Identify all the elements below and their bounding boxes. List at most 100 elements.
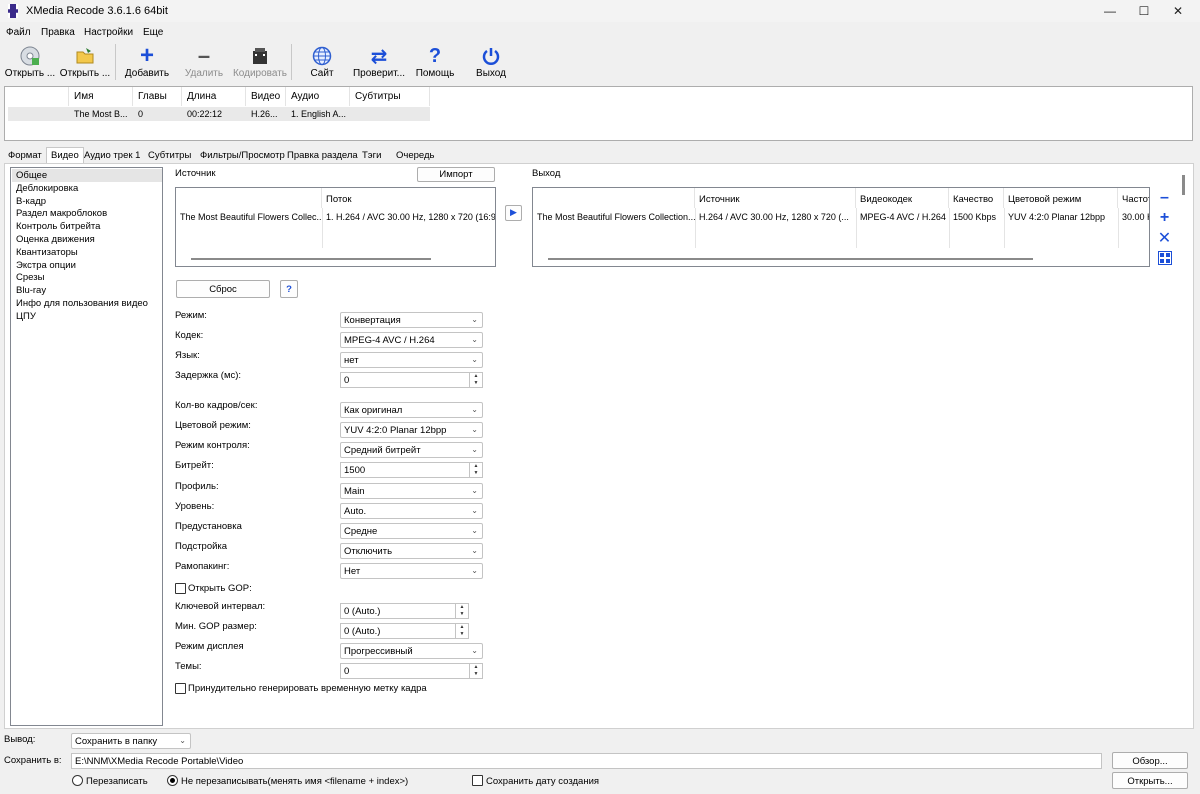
category-item[interactable]: В-кадр [12,195,162,208]
form-number-input[interactable]: 0 ▲ ▼ [340,372,483,388]
output-mode-select[interactable]: Сохранить в папку ⌄ [71,733,191,749]
menu-edit[interactable]: Правка [41,27,75,38]
form-select[interactable]: нет ⌄ [340,352,483,368]
browse-button[interactable]: Обзор... [1112,752,1188,769]
check-updates-button[interactable]: ⇄ Проверит... [351,44,407,82]
tab-1[interactable]: Видео [46,147,84,164]
stepper-down-icon[interactable]: ▼ [469,380,482,387]
form-select-value: Средний битрейт [344,445,421,456]
output-col-header: Цветовой режим [1004,188,1118,208]
form-number-input[interactable]: 0 ▲ ▼ [340,663,483,679]
form-checkbox[interactable] [175,683,186,694]
form-select[interactable]: MPEG-4 AVC / H.264 ⌄ [340,332,483,348]
tab-3[interactable]: Субтитры [144,148,195,163]
form-select[interactable]: Отключить ⌄ [340,543,483,559]
open-folder-button[interactable]: Открыть... [1112,772,1188,789]
form-select[interactable]: Auto. ⌄ [340,503,483,519]
stepper-down-icon[interactable]: ▼ [455,611,468,618]
stepper-down-icon[interactable]: ▼ [469,470,482,477]
menu-more[interactable]: Еще [143,27,163,38]
open-folder-button[interactable]: Открыть ... [59,44,111,82]
output-cell[interactable]: YUV 4:2:0 Planar 12bpp [1004,210,1118,224]
open-file-button[interactable]: Открыть ... [3,44,57,82]
form-checkbox-label: Принудительно генерировать временную мет… [188,683,427,694]
form-select[interactable]: Конвертация ⌄ [340,312,483,328]
remove-button[interactable]: – Удалить [178,43,230,82]
form-number-input[interactable]: 0 (Auto.) ▲ ▼ [340,623,469,639]
form-number-input[interactable]: 1500 ▲ ▼ [340,462,483,478]
form-select[interactable]: Как оригинал ⌄ [340,402,483,418]
save-path-field[interactable]: E:\NNM\XMedia Recode Portable\Video [71,753,1102,769]
window-title: XMedia Recode 3.6.1.6 64bit [26,5,168,17]
website-button[interactable]: Сайт [300,44,344,82]
category-item[interactable]: Общее [12,169,162,182]
close-icon: ✕ [1157,229,1172,247]
source-horizontal-scrollbar[interactable] [191,258,431,260]
transfer-stream-button[interactable]: ▶ [505,205,522,221]
tab-0[interactable]: Формат [4,148,46,163]
overwrite-radio[interactable] [72,775,83,786]
menu-settings[interactable]: Настройки [84,27,133,38]
menu-file[interactable]: Файл [6,27,31,38]
chevron-down-icon: ⌄ [471,546,478,555]
tab-7[interactable]: Очередь [392,148,438,163]
stepper-down-icon[interactable]: ▼ [469,671,482,678]
tab-6[interactable]: Тэги [358,148,385,163]
category-item[interactable]: Раздел макроблоков [12,207,162,220]
form-select[interactable]: Прогрессивный ⌄ [340,643,483,659]
add-stream-button[interactable]: + [1156,209,1173,226]
category-item[interactable]: Срезы [12,271,162,284]
output-cell[interactable]: MPEG-4 AVC / H.264 [856,210,949,224]
app-logo-icon [8,4,18,18]
encode-button[interactable]: Кодировать [231,44,289,82]
form-select[interactable]: Main ⌄ [340,483,483,499]
category-item[interactable]: Квантизаторы [12,246,162,259]
output-cell[interactable]: H.264 / AVC 30.00 Hz, 1280 x 720 (... [695,210,856,224]
help-button[interactable]: ? Помощь [412,44,458,82]
category-item[interactable]: ЦПУ [12,310,162,323]
stepper-up-icon[interactable]: ▲ [469,373,482,380]
tab-2[interactable]: Аудио трек 1 [80,148,144,163]
reset-button[interactable]: Сброс [176,280,270,298]
tab-5[interactable]: Правка раздела [283,148,362,163]
delete-stream-button[interactable]: ✕ [1156,229,1173,247]
column-divider [322,208,323,248]
vertical-scrollbar[interactable] [1182,175,1185,195]
no-overwrite-radio[interactable] [167,775,178,786]
category-item[interactable]: Blu-ray [12,284,162,297]
help-question-button[interactable]: ? [280,280,298,298]
output-col-header: Видеокодек [856,188,949,208]
category-item[interactable]: Инфо для пользования видео [12,297,162,310]
source-cell[interactable]: The Most Beautiful Flowers Collec... [176,210,322,224]
form-select[interactable]: YUV 4:2:0 Planar 12bpp ⌄ [340,422,483,438]
remove-stream-button[interactable]: – [1156,189,1173,206]
stream-grid-button[interactable] [1156,249,1173,266]
stepper-up-icon[interactable]: ▲ [455,624,468,631]
output-cell[interactable]: 30.00 H [1118,210,1149,224]
form-select[interactable]: Средне ⌄ [340,523,483,539]
category-item[interactable]: Оценка движения [12,233,162,246]
column-divider [949,208,950,248]
chevron-down-icon: ⌄ [471,425,478,434]
stepper-up-icon[interactable]: ▲ [455,604,468,611]
output-cell[interactable]: The Most Beautiful Flowers Collection... [533,210,695,224]
add-button[interactable]: + Добавить [122,42,172,82]
exit-button[interactable]: Выход [469,44,513,82]
keep-date-checkbox[interactable] [472,775,483,786]
form-number-input[interactable]: 0 (Auto.) ▲ ▼ [340,603,469,619]
output-cell[interactable]: 1500 Kbps [949,210,1004,224]
stepper-up-icon[interactable]: ▲ [469,463,482,470]
form-select[interactable]: Средний битрейт ⌄ [340,442,483,458]
import-button[interactable]: Импорт [417,167,495,182]
source-cell[interactable]: 1. H.264 / AVC 30.00 Hz, 1280 x 720 (16:… [322,210,495,224]
stepper-up-icon[interactable]: ▲ [469,664,482,671]
form-select[interactable]: Нет ⌄ [340,563,483,579]
close-button[interactable]: ✕ [1158,0,1198,22]
output-horizontal-scrollbar[interactable] [548,258,1033,260]
category-item[interactable]: Экстра опции [12,259,162,272]
category-item[interactable]: Деблокировка [12,182,162,195]
category-item[interactable]: Контроль битрейта [12,220,162,233]
tab-4[interactable]: Фильтры/Просмотр [196,148,289,163]
stepper-down-icon[interactable]: ▼ [455,631,468,638]
form-checkbox[interactable] [175,583,186,594]
